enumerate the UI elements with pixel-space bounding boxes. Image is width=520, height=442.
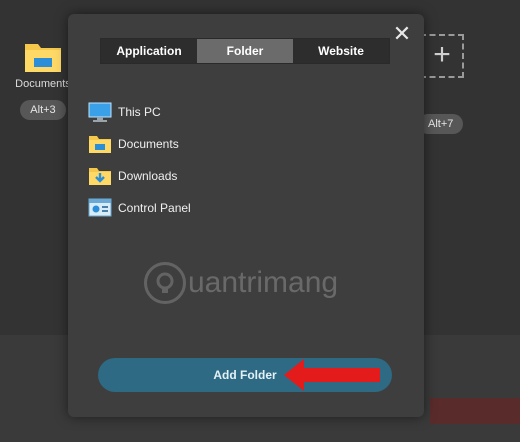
add-tile-button[interactable]: + <box>420 34 464 78</box>
tab-folder[interactable]: Folder <box>197 39 293 63</box>
shortcut-badge: Alt+3 <box>20 100 66 120</box>
control-panel-icon <box>88 197 112 219</box>
tab-bar: Application Folder Website <box>100 38 390 64</box>
shortcut-badge: Alt+7 <box>418 114 464 134</box>
watermark-text: uantrimang <box>188 266 339 299</box>
list-item-label: Documents <box>118 137 179 151</box>
tab-application[interactable]: Application <box>101 39 197 63</box>
this-pc-icon <box>88 101 112 123</box>
close-icon[interactable]: ✕ <box>392 23 412 45</box>
list-item-this-pc[interactable]: This PC <box>88 96 191 128</box>
red-arrow-icon <box>284 359 380 391</box>
list-item-control-panel[interactable]: Control Panel <box>88 192 191 224</box>
list-item-label: Control Panel <box>118 201 191 215</box>
add-shortcut-dialog: ✕ Application Folder Website This PC Doc… <box>68 14 424 417</box>
background-red-button <box>430 398 520 424</box>
list-item-downloads[interactable]: Downloads <box>88 160 191 192</box>
folder-icon <box>24 40 62 74</box>
folder-list: This PC Documents Downloads Control Pane… <box>88 96 191 224</box>
list-item-label: Downloads <box>118 169 178 183</box>
list-item-label: This PC <box>118 105 161 119</box>
list-item-documents[interactable]: Documents <box>88 128 191 160</box>
downloads-icon <box>88 165 112 187</box>
folder-icon <box>88 133 112 155</box>
lightbulb-icon <box>144 262 186 304</box>
watermark-logo: uantrimang <box>144 262 338 304</box>
tab-website[interactable]: Website <box>293 39 389 63</box>
